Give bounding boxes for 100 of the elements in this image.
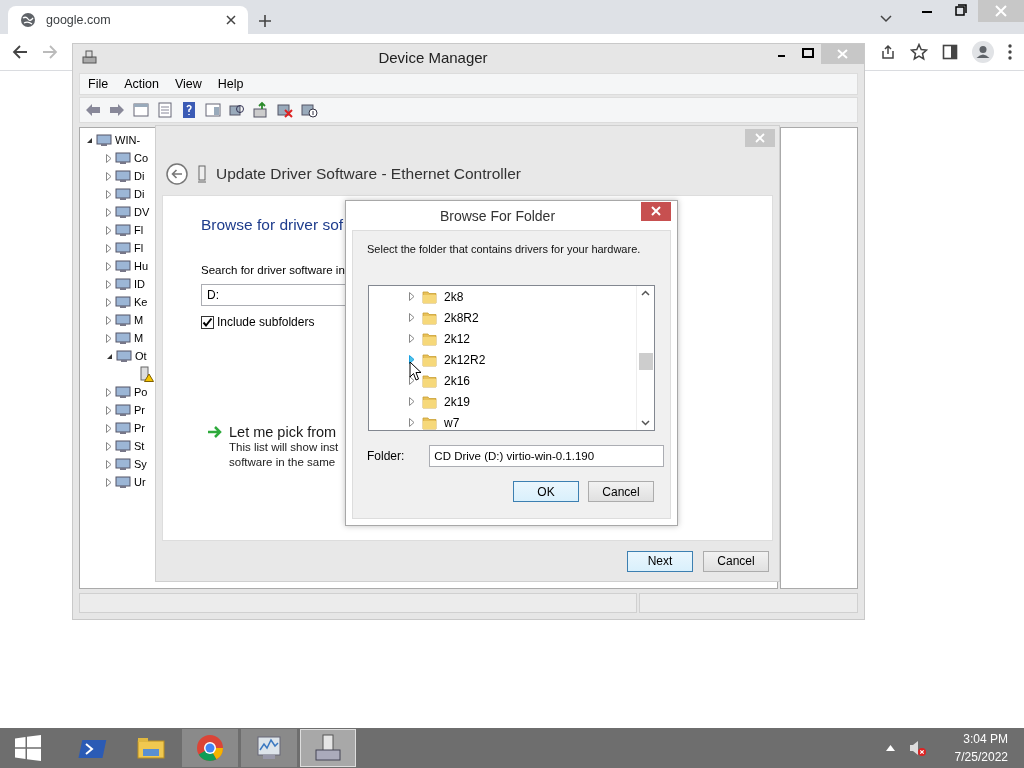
- speaker-muted-icon[interactable]: [908, 739, 927, 757]
- folder-name[interactable]: 2k12R2: [444, 352, 486, 367]
- device-category[interactable]: WIN-: [115, 134, 141, 146]
- forward-arrow-icon[interactable]: [42, 44, 58, 60]
- device-category[interactable]: Ke: [134, 296, 148, 308]
- disable-icon[interactable]: [300, 101, 318, 119]
- taskbar-button[interactable]: [300, 729, 356, 767]
- device-icon: [115, 330, 131, 346]
- menu-item[interactable]: Action: [116, 77, 167, 91]
- collapse-arrow-icon[interactable]: [106, 352, 113, 360]
- device-category[interactable]: Di: [134, 188, 145, 200]
- device-category[interactable]: Co: [134, 152, 149, 164]
- collapse-arrow-icon[interactable]: [86, 136, 93, 144]
- taskbar-button[interactable]: [182, 729, 238, 767]
- globe-icon: [20, 12, 36, 28]
- dialog-button[interactable]: Cancel: [588, 481, 654, 502]
- side-panel-icon[interactable]: [942, 44, 958, 60]
- window-icon[interactable]: [132, 101, 150, 119]
- list-icon[interactable]: [156, 101, 174, 119]
- browser-tab[interactable]: google.com: [8, 6, 248, 34]
- device-category[interactable]: Fl: [134, 242, 144, 254]
- device-category[interactable]: St: [134, 440, 145, 452]
- menu-item[interactable]: File: [80, 77, 117, 91]
- device-icon: [115, 186, 131, 202]
- close-icon[interactable]: [226, 15, 236, 25]
- device-category[interactable]: Fl: [134, 224, 144, 236]
- window-icon[interactable]: [204, 101, 222, 119]
- device-category[interactable]: Hu: [134, 260, 149, 272]
- browser-icon: [194, 732, 226, 764]
- close-icon[interactable]: [641, 202, 671, 221]
- folder-field[interactable]: CD Drive (D:) virtio-win-0.1.190: [429, 445, 665, 467]
- device-icon: [115, 402, 131, 418]
- device-category[interactable]: M: [134, 314, 144, 326]
- device-category[interactable]: Pr: [134, 404, 145, 416]
- menu-item[interactable]: View: [166, 77, 210, 91]
- device-icon: [116, 348, 132, 364]
- device-category[interactable]: Di: [134, 170, 145, 182]
- device-icon: [115, 222, 131, 238]
- device-icon: [115, 384, 131, 400]
- forward-arrow-icon[interactable]: [108, 101, 126, 119]
- chevron-up-icon[interactable]: [885, 745, 895, 751]
- back-arrow-icon[interactable]: [12, 44, 28, 60]
- checkbox-label[interactable]: Include subfolders: [217, 315, 315, 329]
- warning-device-icon[interactable]: [138, 366, 154, 382]
- device-icon: [197, 165, 207, 183]
- help-icon[interactable]: [180, 101, 198, 119]
- device-icon: [115, 420, 131, 436]
- scrollbar-thumb[interactable]: [638, 353, 653, 370]
- device-icon: [115, 240, 131, 256]
- folder-icon: [422, 289, 437, 304]
- checkbox[interactable]: [201, 315, 214, 329]
- device-category[interactable]: Ur: [134, 476, 146, 488]
- device-icon: [115, 168, 131, 184]
- folder-name[interactable]: 2k12: [444, 331, 471, 346]
- taskbar-button[interactable]: [241, 729, 297, 767]
- device-manager-icon: [312, 732, 344, 764]
- update-driver-icon[interactable]: [252, 101, 270, 119]
- dialog-button[interactable]: Next: [627, 550, 693, 572]
- arrow-icon[interactable]: [207, 424, 223, 440]
- link-title[interactable]: Let me pick from: [229, 424, 339, 440]
- profile-icon[interactable]: [972, 41, 994, 63]
- device-category[interactable]: Sy: [134, 458, 147, 470]
- windows-start-icon[interactable]: [15, 735, 41, 761]
- device-icon: [115, 456, 131, 472]
- folder-icon: [422, 352, 437, 367]
- description-text: This list will show inst: [229, 440, 339, 455]
- folder-name[interactable]: 2k8: [444, 289, 464, 304]
- device-category[interactable]: M: [134, 332, 144, 344]
- uninstall-icon[interactable]: [276, 101, 294, 119]
- menu-icon[interactable]: [1008, 44, 1012, 60]
- new-tab-icon[interactable]: [258, 14, 272, 28]
- clock-date[interactable]: 7/25/2022: [954, 748, 1008, 766]
- menu-item[interactable]: Help: [209, 77, 252, 91]
- device-icon: [115, 276, 131, 292]
- expand-arrow-icon[interactable]: [409, 376, 415, 385]
- folder-name[interactable]: w7: [444, 415, 460, 430]
- dialog-button[interactable]: OK: [513, 481, 579, 502]
- device-category[interactable]: Ot: [135, 350, 147, 362]
- device-category[interactable]: DV: [134, 206, 150, 218]
- device-category[interactable]: Pr: [134, 422, 145, 434]
- instruction-text: Select the folder that contains drivers for your hardware.: [367, 243, 642, 255]
- device-category[interactable]: ID: [134, 278, 145, 290]
- device-icon: [115, 150, 131, 166]
- device-category[interactable]: Po: [134, 386, 148, 398]
- folder-name[interactable]: 2k19: [444, 394, 471, 409]
- field-label: Folder:: [367, 449, 405, 463]
- star-icon[interactable]: [910, 43, 928, 61]
- tab-title: google.com: [46, 13, 112, 27]
- device-icon: [115, 294, 131, 310]
- clock-time[interactable]: 3:04 PM: [954, 730, 1008, 748]
- dialog-title: Update Driver Software - Ethernet Controller: [216, 165, 521, 183]
- share-icon[interactable]: [880, 44, 896, 60]
- folder-name[interactable]: 2k16: [444, 373, 471, 388]
- expand-arrow-icon[interactable]: [409, 355, 415, 364]
- device-icon: [115, 204, 131, 220]
- app-icon: [81, 49, 97, 65]
- folder-icon: [422, 373, 437, 388]
- folder-name[interactable]: 2k8R2: [444, 310, 479, 325]
- window-title: Device Manager: [377, 48, 489, 66]
- dialog-button[interactable]: Cancel: [703, 550, 769, 572]
